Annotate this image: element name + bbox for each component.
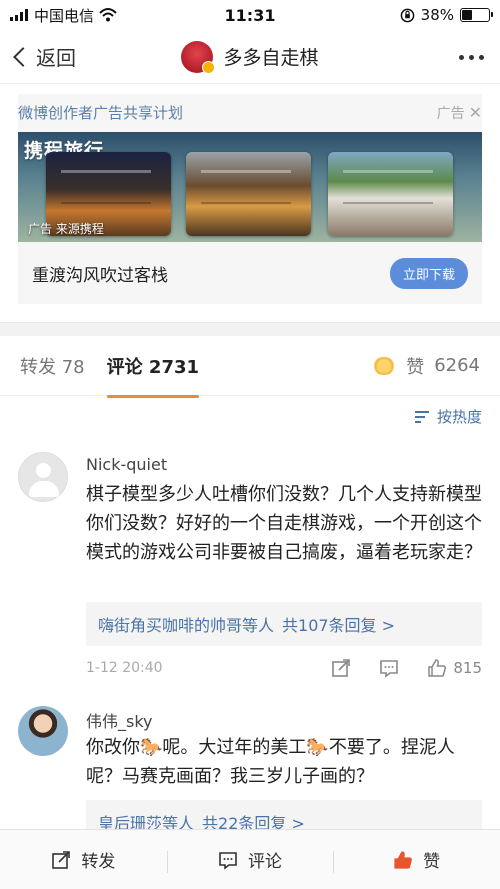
more-dot xyxy=(469,54,474,60)
ad-banner[interactable]: 携程旅行 广告 来源携程 xyxy=(18,132,482,242)
ad-card[interactable]: 微博创作者广告共享计划 广告 ✕ 携程旅行 广告 来源携程 重渡沟风吹过客栈 立… xyxy=(18,94,482,304)
back-button[interactable]: 返回 xyxy=(0,42,76,71)
ad-tag[interactable]: 广告 ✕ xyxy=(437,103,482,123)
comment-icon xyxy=(380,660,399,678)
orientation-lock-icon xyxy=(400,8,414,22)
ad-source-link[interactable]: 微博创作者广告共享计划 xyxy=(18,102,183,123)
comment-button[interactable]: 评论 xyxy=(166,847,334,873)
thumbs-up-icon xyxy=(428,659,447,677)
comment-icon xyxy=(219,851,237,870)
tab-repost-count: 78 xyxy=(61,356,85,378)
comment-text-part: 呢。大过年的美工 xyxy=(162,737,307,758)
tab-repost[interactable]: 转发 78 xyxy=(20,353,85,379)
tab-comment[interactable]: 评论 2731 xyxy=(106,353,200,398)
tab-like-label: 赞 xyxy=(406,356,425,378)
avatar xyxy=(181,40,216,74)
tab-comment-label: 评论 xyxy=(106,356,143,378)
battery-percent: 38% xyxy=(420,6,454,24)
ad-footer: 重渡沟风吹过客栈 立即下载 xyxy=(18,242,482,304)
tab-comment-count: 2731 xyxy=(148,356,200,378)
like-button[interactable]: 赞 xyxy=(333,847,500,873)
avatar[interactable] xyxy=(18,706,68,756)
download-button[interactable]: 立即下载 xyxy=(389,257,468,289)
share-button[interactable] xyxy=(331,658,351,678)
tabs-row: 转发 78 评论 2731 赞 6264 xyxy=(0,336,500,398)
section-divider xyxy=(0,322,500,336)
like-label: 赞 xyxy=(423,852,441,872)
tab-like-count: 6264 xyxy=(434,355,480,376)
sort-label: 按热度 xyxy=(436,408,482,426)
ad-caption: 广告 来源携程 xyxy=(28,222,104,236)
status-left: 中国电信 xyxy=(10,5,118,26)
more-dot xyxy=(459,54,464,60)
sort-icon xyxy=(414,410,431,424)
comment-actions: 815 xyxy=(331,658,482,678)
like-count: 815 xyxy=(453,659,482,677)
ad-title[interactable]: 重渡沟风吹过客栈 xyxy=(32,261,168,286)
carrier-label: 中国电信 xyxy=(34,6,95,25)
avatar[interactable] xyxy=(18,452,68,502)
nav-bar: 返回 多多自走棋 xyxy=(0,30,500,84)
repost-button[interactable]: 转发 xyxy=(0,847,167,872)
more-dot xyxy=(479,54,484,60)
close-icon[interactable]: ✕ xyxy=(469,103,482,122)
wifi-icon xyxy=(99,8,117,22)
comment-text: 棋子模型多少人吐槽你们没数？几个人支持新模型你们没数？好好的一个自走棋游戏，一个… xyxy=(86,484,482,563)
comment-username[interactable]: 伟伟_sky xyxy=(86,708,153,732)
status-right: 38% xyxy=(400,6,493,24)
tab-like[interactable]: 赞 6264 xyxy=(372,353,480,379)
horse-emoji-icon: 🐎 xyxy=(140,737,163,758)
comment-time: 1-12 20:40 xyxy=(86,660,163,676)
horse-emoji-icon: 🐎 xyxy=(306,737,329,758)
share-icon xyxy=(332,659,351,677)
comment-label: 评论 xyxy=(248,852,282,872)
reply-summary[interactable]: 嗨街角买咖啡的帅哥等人 共107条回复 > xyxy=(86,602,482,646)
battery-fill xyxy=(462,10,472,20)
page-title: 多多自走棋 xyxy=(223,47,319,69)
share-icon xyxy=(52,850,71,869)
signal-icon xyxy=(10,9,28,21)
bottom-action-bar: 转发 评论 赞 xyxy=(0,829,500,889)
ad-tag-label: 广告 xyxy=(436,105,465,122)
status-bar: 中国电信 11:31 38% xyxy=(0,0,500,30)
ad-photo xyxy=(186,152,311,236)
back-label: 返回 xyxy=(36,46,76,70)
ad-photo xyxy=(328,152,453,236)
battery-icon xyxy=(460,8,493,22)
like-emoji-icon xyxy=(372,356,397,375)
comment-text-part: 你改你 xyxy=(86,737,140,758)
comment-username[interactable]: Nick-quiet xyxy=(86,455,167,474)
comment-text: 你改你🐎呢。大过年的美工🐎不要了。捏泥人呢？马赛克画面？我三岁儿子画的？ xyxy=(86,733,482,791)
repost-label: 转发 xyxy=(81,852,116,872)
ad-header: 微博创作者广告共享计划 广告 ✕ xyxy=(18,94,482,123)
like-button[interactable]: 815 xyxy=(427,658,482,678)
sort-button[interactable]: 按热度 xyxy=(414,406,482,427)
comment-meta: 1-12 20:40 815 xyxy=(86,658,482,678)
reply-count: 共107条回复 > xyxy=(282,616,396,635)
tab-repost-label: 转发 xyxy=(20,356,56,378)
chevron-left-icon xyxy=(13,46,33,67)
more-button[interactable] xyxy=(459,30,484,84)
thumbs-up-icon xyxy=(394,850,413,869)
reply-button[interactable] xyxy=(379,658,399,678)
reply-users: 嗨街角买咖啡的帅哥等人 xyxy=(98,616,275,635)
